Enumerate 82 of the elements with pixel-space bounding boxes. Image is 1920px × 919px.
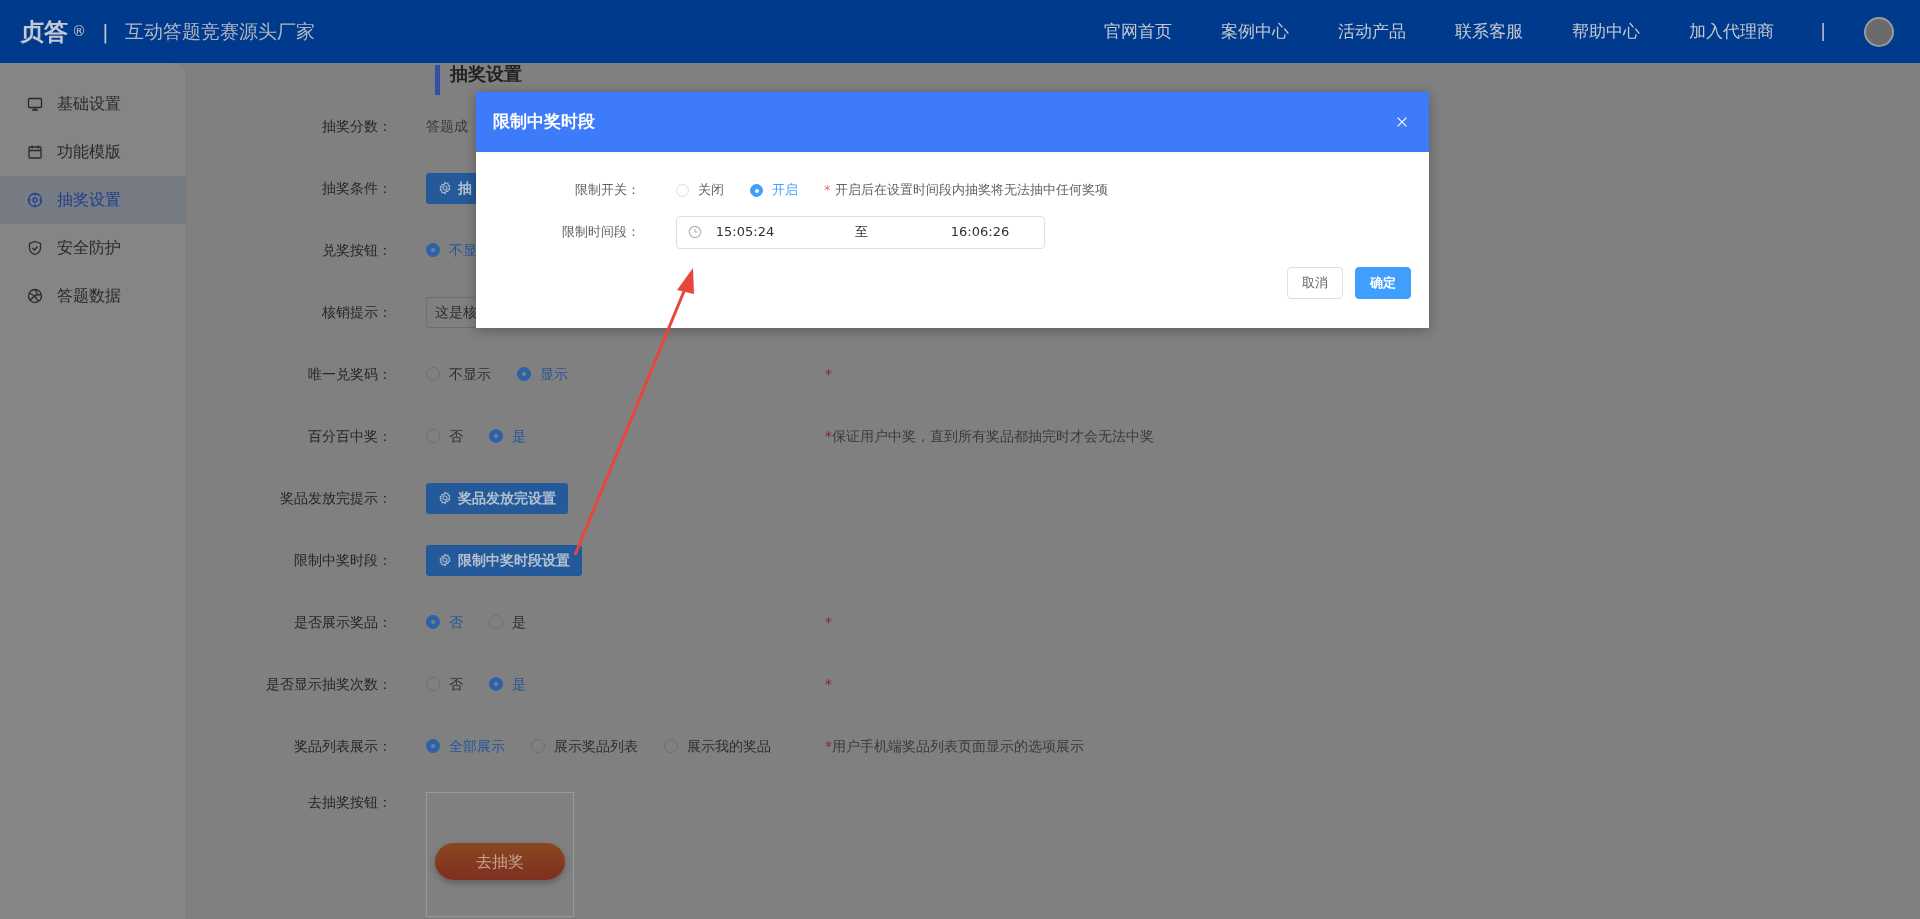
radio-button[interactable] <box>426 615 440 629</box>
required-mark: * <box>824 181 831 200</box>
sidebar-item[interactable]: 功能模版 <box>0 128 186 176</box>
dialog-title: 限制中奖时段 <box>493 110 595 134</box>
registered-mark: ® <box>72 22 86 41</box>
radio-label[interactable]: 不显示 <box>449 363 491 385</box>
nav-link[interactable]: 案例中心 <box>1221 18 1290 45</box>
sidebar-item[interactable]: 基础设置 <box>0 80 186 128</box>
monitor-icon <box>27 96 43 112</box>
radio-label[interactable]: 是 <box>512 425 526 447</box>
confirm-button[interactable]: 确定 <box>1355 267 1411 299</box>
radio-button[interactable] <box>489 429 503 443</box>
radio-button[interactable] <box>489 677 503 691</box>
close-icon[interactable] <box>1395 115 1409 129</box>
cancel-button[interactable]: 取消 <box>1287 267 1343 299</box>
radio-label[interactable]: 不显 <box>449 239 477 261</box>
field-label: 是否展示奖品： <box>293 612 392 632</box>
field-label: 限制时间段： <box>561 223 640 242</box>
hint-text: 保证用户中奖，直到所有奖品都抽完时才会无法中奖 <box>832 426 1154 446</box>
field-label: 奖品发放完提示： <box>279 488 392 508</box>
required-mark: * <box>825 426 832 446</box>
end-time: 16:06:26 <box>949 223 1011 242</box>
radio-label[interactable]: 是 <box>512 611 526 633</box>
required-mark: * <box>825 612 832 632</box>
logo: 贞答 <box>20 16 68 48</box>
radio-label[interactable]: 展示奖品列表 <box>554 735 638 757</box>
field-label: 抽奖条件： <box>321 178 392 198</box>
required-mark: * <box>825 364 832 384</box>
radio-label[interactable]: 展示我的奖品 <box>687 735 771 757</box>
field-label: 唯一兑奖码： <box>307 364 392 384</box>
sidebar-item[interactable]: 答题数据 <box>0 272 186 320</box>
field-label: 核销提示： <box>321 302 392 322</box>
shield-icon <box>27 240 43 256</box>
calendar-icon <box>27 144 43 160</box>
field-label: 百分百中奖： <box>307 426 392 446</box>
tagline: 互动答题竞赛源头厂家 <box>124 19 315 45</box>
gear-icon <box>438 553 452 567</box>
radio-label[interactable]: 否 <box>449 425 463 447</box>
nav-link[interactable]: 加入代理商 <box>1689 18 1775 45</box>
hint-text: 用户手机端奖品列表页面显示的选项展示 <box>832 736 1084 756</box>
field-label: 限制开关： <box>574 181 640 200</box>
nav-link[interactable]: 官网首页 <box>1104 18 1173 45</box>
radio-label[interactable]: 是 <box>512 673 526 695</box>
draw-button[interactable]: 去抽奖 <box>435 843 565 880</box>
required-mark: * <box>825 736 832 756</box>
field-label: 奖品列表展示： <box>293 736 392 756</box>
radio-button[interactable] <box>517 367 531 381</box>
radio-label[interactable]: 开启 <box>772 180 798 200</box>
nav-link[interactable]: 活动产品 <box>1338 18 1407 45</box>
radio-button[interactable] <box>426 243 440 257</box>
field-label: 限制中奖时段： <box>293 550 392 570</box>
radio-label[interactable]: 否 <box>449 611 463 633</box>
radio-button[interactable] <box>426 739 440 753</box>
gear-icon <box>438 181 452 195</box>
avatar[interactable] <box>1864 16 1894 47</box>
dial-icon <box>27 192 43 208</box>
required-mark: * <box>825 674 832 694</box>
hint-text: 开启后在设置时间段内抽奖将无法抽中任何奖项 <box>834 181 1108 200</box>
gear-icon <box>438 491 452 505</box>
start-time: 15:05:24 <box>714 223 776 242</box>
nav-link[interactable]: 帮助中心 <box>1572 18 1641 45</box>
divider-text: | <box>1820 19 1826 43</box>
field-label: 去抽奖按钮： <box>307 793 392 812</box>
nav-link[interactable]: 联系客服 <box>1455 18 1524 45</box>
radio-label[interactable]: 显示 <box>540 363 568 385</box>
field-label: 抽奖分数： <box>321 116 392 136</box>
time-range-field[interactable]: 15:05:24 至 16:06:26 <box>676 215 1045 249</box>
divider-text: | <box>102 18 109 46</box>
radio-label[interactable]: 关闭 <box>698 180 724 200</box>
radio-label[interactable]: 全部展示 <box>449 735 505 757</box>
sidebar-item[interactable]: 安全防护 <box>0 224 186 272</box>
radio-button[interactable] <box>750 183 763 197</box>
range-separator: 至 <box>853 223 869 242</box>
field-label: 兑奖按钮： <box>321 240 392 260</box>
field-value: 答题成 <box>426 116 468 136</box>
radio-label[interactable]: 否 <box>449 673 463 695</box>
settings-button[interactable]: 奖品发放完设置 <box>426 482 568 514</box>
aperture-icon <box>27 288 43 304</box>
clock-icon <box>688 225 702 239</box>
sidebar-item[interactable]: 抽奖设置 <box>0 176 186 224</box>
settings-button[interactable]: 限制中奖时段设置 <box>426 544 582 576</box>
field-label: 是否显示抽奖次数： <box>265 674 392 694</box>
